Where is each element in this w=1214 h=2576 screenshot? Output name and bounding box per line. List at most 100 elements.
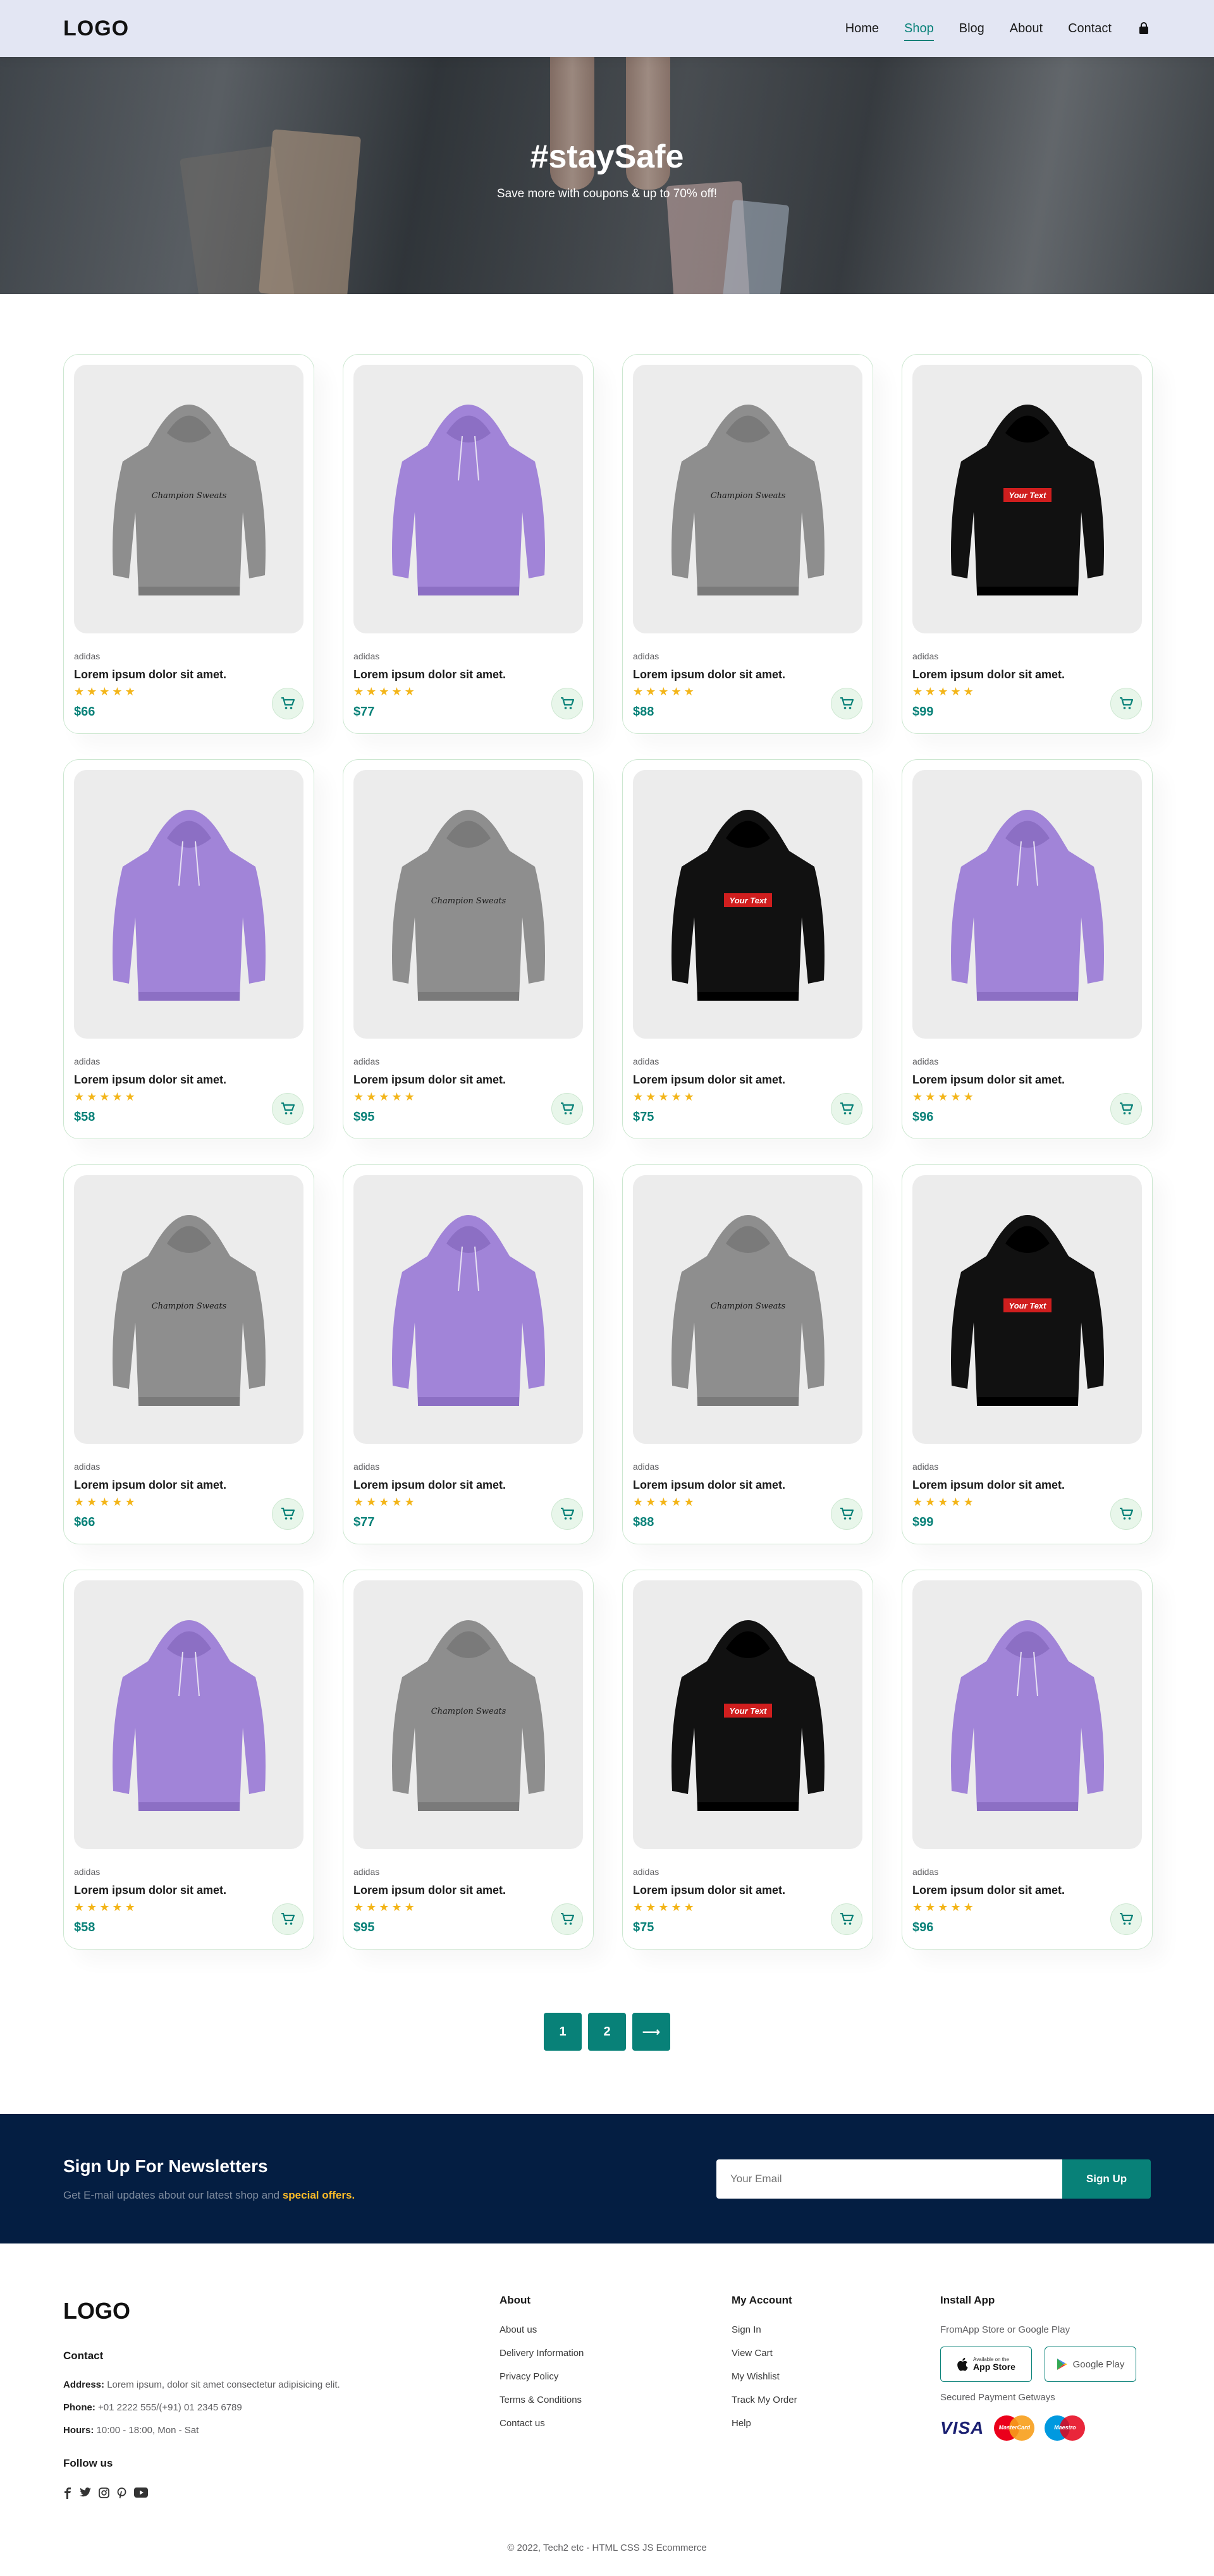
product-card[interactable]: Champion Sweats adidas Lorem ipsum dolor s…	[343, 1570, 594, 1950]
product-card[interactable]: Champion Sweats adidas Lorem ipsum dolor s…	[622, 354, 873, 734]
product-brand: adidas	[633, 1867, 659, 1877]
product-image[interactable]	[74, 1580, 304, 1849]
add-to-cart-button[interactable]	[551, 1093, 583, 1125]
star-icon: ★	[74, 1901, 87, 1914]
about-us-link[interactable]: About us	[500, 2324, 732, 2335]
google-play-button[interactable]: Google Play	[1045, 2347, 1136, 2382]
hoodie-print-text: Champion Sweats	[151, 491, 226, 501]
footer-logo[interactable]: LOGO	[63, 2298, 500, 2324]
facebook-icon[interactable]	[63, 2487, 72, 2502]
add-to-cart-button[interactable]	[272, 1498, 304, 1530]
star-icon: ★	[74, 1090, 87, 1103]
nav-contact[interactable]: Contact	[1055, 21, 1124, 36]
product-card[interactable]: adidas Lorem ipsum dolor sit amet. ★★★★★ $9…	[902, 759, 1153, 1139]
product-title: Lorem ipsum dolor sit amet.	[633, 668, 786, 681]
product-image[interactable]	[353, 1175, 583, 1444]
add-to-cart-button[interactable]	[1110, 1498, 1142, 1530]
hoodie-print-text: Champion Sweats	[431, 896, 506, 906]
nav-about[interactable]: About	[997, 21, 1055, 36]
help-link[interactable]: Help	[732, 2418, 940, 2429]
product-image[interactable]: Champion Sweats	[633, 1175, 862, 1444]
product-card[interactable]: Champion Sweats adidas Lorem ipsum dolor s…	[63, 1164, 314, 1544]
product-card[interactable]: Champion Sweats adidas Lorem ipsum dolor s…	[343, 759, 594, 1139]
next-page-button[interactable]: ⟶	[632, 2013, 670, 2051]
product-image[interactable]: Your Text	[633, 1580, 862, 1849]
sign-in-link[interactable]: Sign In	[732, 2324, 940, 2335]
contact-us-link[interactable]: Contact us	[500, 2418, 732, 2429]
nav-shop[interactable]: Shop	[892, 21, 947, 41]
product-image[interactable]: Your Text	[912, 1175, 1142, 1444]
hero-photo-decor	[258, 129, 362, 294]
product-image[interactable]: Champion Sweats	[74, 1175, 304, 1444]
newsletter-text-body: Get E-mail updates about our latest shop…	[63, 2188, 280, 2201]
add-to-cart-button[interactable]	[551, 688, 583, 719]
terms-link[interactable]: Terms & Conditions	[500, 2395, 732, 2405]
product-image[interactable]	[912, 770, 1142, 1039]
product-price: $88	[633, 1515, 654, 1529]
product-image[interactable]: Champion Sweats	[74, 365, 304, 633]
product-image[interactable]: Champion Sweats	[353, 770, 583, 1039]
wishlist-link[interactable]: My Wishlist	[732, 2371, 940, 2382]
nav-home[interactable]: Home	[833, 21, 892, 36]
product-card[interactable]: Your Text adidas Lorem ipsum dolor sit ame…	[902, 354, 1153, 734]
youtube-icon[interactable]	[134, 2487, 148, 2502]
pinterest-icon[interactable]	[117, 2487, 126, 2502]
product-image[interactable]: Champion Sweats	[353, 1580, 583, 1849]
product-image[interactable]	[912, 1580, 1142, 1849]
page-2-button[interactable]: 2	[588, 2013, 626, 2051]
product-image[interactable]	[353, 365, 583, 633]
add-to-cart-button[interactable]	[831, 1093, 862, 1125]
instagram-icon[interactable]	[99, 2487, 109, 2502]
hours-value: 10:00 - 18:00, Mon - Sat	[96, 2425, 199, 2436]
product-image[interactable]: Your Text	[633, 770, 862, 1039]
product-card[interactable]: adidas Lorem ipsum dolor sit amet. ★★★★★ $7…	[343, 354, 594, 734]
add-to-cart-button[interactable]	[831, 1903, 862, 1935]
twitter-icon[interactable]	[80, 2487, 91, 2502]
add-to-cart-button[interactable]	[1110, 1903, 1142, 1935]
add-to-cart-button[interactable]	[831, 688, 862, 719]
product-image[interactable]: Your Text	[912, 365, 1142, 633]
shopping-bag-icon[interactable]	[1137, 21, 1151, 35]
product-card[interactable]: Champion Sweats adidas Lorem ipsum dolor s…	[622, 1164, 873, 1544]
product-card[interactable]: adidas Lorem ipsum dolor sit amet. ★★★★★ $5…	[63, 1570, 314, 1950]
star-icon: ★	[379, 685, 392, 698]
hours-line: Hours: 10:00 - 18:00, Mon - Sat	[63, 2425, 500, 2436]
add-to-cart-button[interactable]	[1110, 1093, 1142, 1125]
product-card[interactable]: Champion Sweats adidas Lorem ipsum dolor s…	[63, 354, 314, 734]
add-to-cart-button[interactable]	[272, 1903, 304, 1935]
star-icon: ★	[684, 685, 697, 698]
add-to-cart-button[interactable]	[551, 1903, 583, 1935]
email-input[interactable]	[716, 2159, 1062, 2199]
privacy-policy-link[interactable]: Privacy Policy	[500, 2371, 732, 2382]
product-card[interactable]: Your Text adidas Lorem ipsum dolor sit ame…	[902, 1164, 1153, 1544]
product-brand: adidas	[353, 1867, 380, 1877]
product-card[interactable]: adidas Lorem ipsum dolor sit amet. ★★★★★ $7…	[343, 1164, 594, 1544]
add-to-cart-button[interactable]	[551, 1498, 583, 1530]
nav-blog[interactable]: Blog	[947, 21, 997, 36]
logo[interactable]: LOGO	[63, 16, 129, 41]
newsletter-description: Get E-mail updates about our latest shop…	[63, 2189, 355, 2202]
product-brand: adidas	[633, 1056, 659, 1066]
cart-icon	[281, 1508, 295, 1520]
product-card[interactable]: Your Text adidas Lorem ipsum dolor sit ame…	[622, 1570, 873, 1950]
product-card[interactable]: adidas Lorem ipsum dolor sit amet. ★★★★★ $5…	[63, 759, 314, 1139]
add-to-cart-button[interactable]	[1110, 688, 1142, 719]
add-to-cart-button[interactable]	[831, 1498, 862, 1530]
contact-heading: Contact	[63, 2350, 104, 2362]
product-card[interactable]: adidas Lorem ipsum dolor sit amet. ★★★★★ $9…	[902, 1570, 1153, 1950]
view-cart-link[interactable]: View Cart	[732, 2348, 940, 2359]
sign-up-button[interactable]: Sign Up	[1062, 2159, 1151, 2199]
app-store-button[interactable]: Available on the App Store	[940, 2347, 1032, 2382]
product-image[interactable]	[74, 770, 304, 1039]
star-icon: ★	[125, 685, 138, 698]
page-1-button[interactable]: 1	[544, 2013, 582, 2051]
hoodie-print-text: Your Text	[729, 896, 767, 905]
delivery-info-link[interactable]: Delivery Information	[500, 2348, 732, 2359]
star-rating: ★★★★★	[912, 685, 1142, 699]
add-to-cart-button[interactable]	[272, 1093, 304, 1125]
product-card[interactable]: Your Text adidas Lorem ipsum dolor sit ame…	[622, 759, 873, 1139]
add-to-cart-button[interactable]	[272, 688, 304, 719]
track-order-link[interactable]: Track My Order	[732, 2395, 940, 2405]
product-image[interactable]: Champion Sweats	[633, 365, 862, 633]
star-icon: ★	[963, 685, 976, 698]
